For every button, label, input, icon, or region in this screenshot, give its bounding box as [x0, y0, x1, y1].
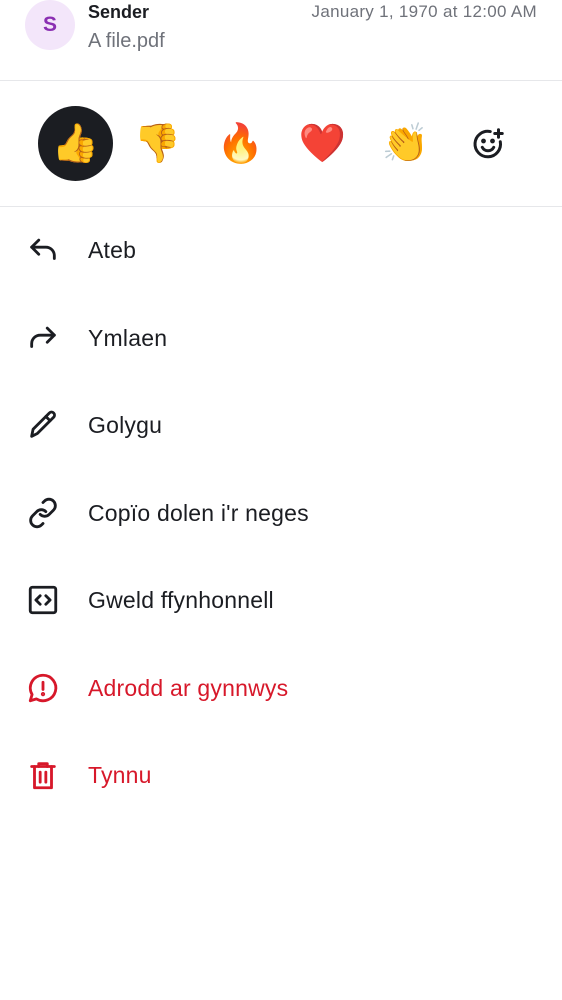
trash-icon: [26, 758, 60, 792]
thumbs-up-icon: 👍: [51, 122, 100, 165]
code-icon: [26, 583, 60, 617]
add-reaction-button[interactable]: [450, 106, 525, 181]
fire-icon: 🔥: [216, 122, 265, 165]
reaction-thumbs-down[interactable]: 👎: [120, 106, 195, 181]
menu-item-label: Adrodd ar gynnwys: [88, 674, 289, 701]
menu-item-remove[interactable]: Tynnu: [0, 732, 562, 820]
thumbs-down-icon: 👎: [133, 122, 182, 165]
reaction-thumbs-up[interactable]: 👍: [38, 106, 113, 181]
reply-icon: [26, 233, 60, 267]
sender-name: Sender: [88, 2, 150, 22]
menu-item-forward[interactable]: Ymlaen: [0, 295, 562, 383]
quick-reactions: 👍 👎 🔥 ❤️ 👏: [0, 81, 562, 207]
add-reaction-icon: [473, 127, 504, 158]
forward-icon: [26, 321, 60, 355]
file-name: A file.pdf: [88, 30, 165, 52]
clapping-icon: 👏: [381, 122, 430, 165]
link-icon: [26, 496, 60, 530]
menu-item-label: Copïo dolen i'r neges: [88, 499, 309, 526]
pencil-icon: [26, 408, 60, 442]
message-context-menu: S Sender January 1, 1970 at 12:00 AM A f…: [0, 0, 562, 1000]
menu-item-label: Ateb: [88, 237, 137, 263]
avatar[interactable]: S: [25, 0, 75, 50]
menu-item-view-source[interactable]: Gweld ffynhonnell: [0, 557, 562, 645]
menu-item-label: Ymlaen: [88, 324, 168, 351]
menu-item-label: Tynnu: [88, 762, 152, 788]
reaction-heart[interactable]: ❤️: [285, 106, 360, 181]
timestamp: January 1, 1970 at 12:00 AM: [311, 2, 537, 21]
menu-item-label: Gweld ffynhonnell: [88, 587, 274, 613]
reaction-fire[interactable]: 🔥: [203, 106, 278, 181]
menu-item-reply[interactable]: Ateb: [0, 207, 562, 295]
menu-item-edit[interactable]: Golygu: [0, 382, 562, 470]
menu-item-copy-link[interactable]: Copïo dolen i'r neges: [0, 470, 562, 558]
menu-item-report[interactable]: Adrodd ar gynnwys: [0, 645, 562, 733]
message-actions-menu: Ateb Ymlaen Golygu Copïo dolen i'r neges…: [0, 207, 562, 820]
report-icon: [26, 671, 60, 705]
reaction-clapping[interactable]: 👏: [368, 106, 443, 181]
menu-item-label: Golygu: [88, 412, 163, 438]
heart-icon: ❤️: [298, 122, 347, 165]
message-header: S Sender January 1, 1970 at 12:00 AM A f…: [0, 0, 562, 81]
